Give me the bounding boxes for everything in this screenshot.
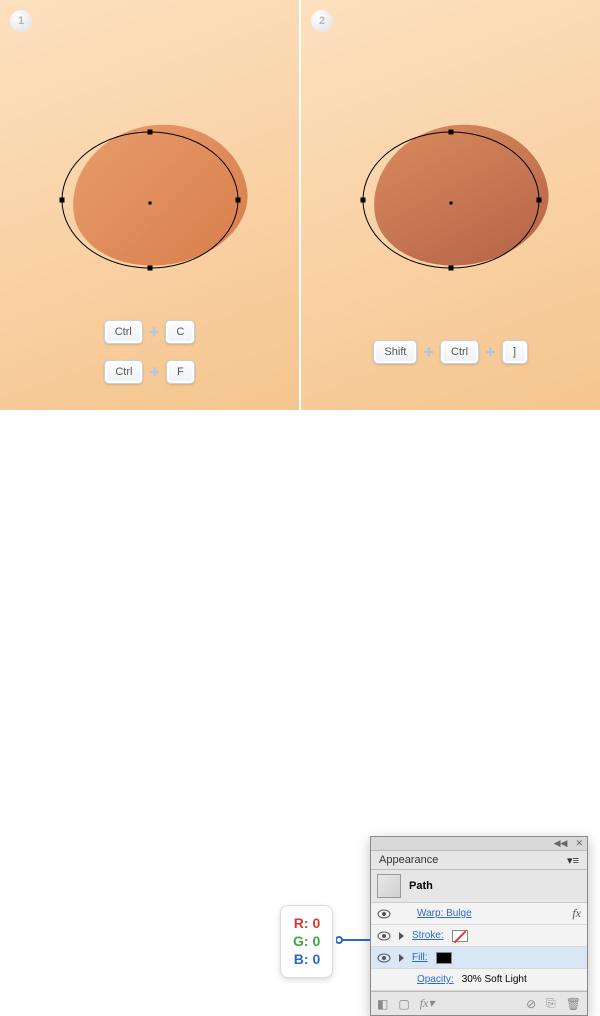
plus-icon: +	[149, 322, 160, 343]
anchor-left[interactable]	[59, 198, 64, 203]
g-value: 0	[312, 933, 320, 949]
new-fill-icon[interactable]: ◧	[377, 997, 388, 1011]
key-c: C	[165, 320, 195, 344]
key-f: F	[166, 360, 195, 384]
center-point	[148, 201, 151, 204]
step-1-pane: 1 Ctrl + C Ctrl + F	[0, 0, 299, 410]
appearance-panel: ◀◀ ✕ Appearance ▾≡ Path Warp: Bulge fx S…	[370, 836, 588, 1016]
g-label: G:	[293, 933, 309, 949]
duplicate-icon[interactable]: ⎘	[546, 996, 556, 1011]
shortcut-row: Ctrl + F	[0, 360, 299, 384]
object-thumb	[377, 874, 401, 898]
artboard	[301, 130, 600, 275]
key-ctrl: Ctrl	[104, 360, 143, 384]
shortcut-row: Shift + Ctrl + ]	[301, 340, 600, 364]
panel-footer: ◧ ▢ fx▾ ⊘ ⎘ 🗑	[371, 991, 587, 1015]
anchor-left[interactable]	[360, 198, 365, 203]
key-ctrl: Ctrl	[440, 340, 479, 364]
anchor-bottom[interactable]	[448, 266, 453, 271]
opacity-value: 30% Soft Light	[462, 974, 527, 985]
shape-group	[361, 130, 541, 275]
opacity-row[interactable]: Opacity: 30% Soft Light	[371, 969, 587, 991]
anchor-top[interactable]	[147, 130, 152, 135]
fill-label: Fill:	[412, 952, 428, 963]
object-header: Path	[371, 870, 587, 903]
warp-label: Warp: Bulge	[417, 908, 472, 919]
plus-icon: +	[485, 342, 496, 363]
effect-row-warp[interactable]: Warp: Bulge fx	[371, 903, 587, 925]
anchor-right[interactable]	[235, 198, 240, 203]
ellipse-selection	[361, 130, 541, 270]
r-label: R:	[294, 915, 309, 931]
shape-group	[60, 130, 240, 275]
new-stroke-icon[interactable]: ▢	[398, 997, 409, 1011]
add-effect-icon[interactable]: fx▾	[420, 996, 435, 1011]
step-badge: 2	[311, 10, 333, 32]
key-ctrl: Ctrl	[104, 320, 143, 344]
center-point	[449, 201, 452, 204]
b-value: 0	[312, 951, 320, 967]
close-icon[interactable]: ✕	[575, 838, 583, 849]
panel-title-text: Appearance	[379, 854, 438, 866]
step-badge: 1	[10, 10, 32, 32]
stroke-swatch-none[interactable]	[452, 930, 468, 942]
shortcut-row: Ctrl + C	[0, 320, 299, 344]
disclosure-icon[interactable]	[399, 932, 404, 940]
plus-icon: +	[149, 362, 160, 383]
stroke-label: Stroke:	[412, 930, 444, 941]
clear-icon[interactable]: ⊘	[526, 997, 536, 1011]
collapse-icon[interactable]: ◀◀	[554, 838, 568, 849]
visibility-icon[interactable]	[377, 907, 391, 921]
fx-icon[interactable]: fx	[572, 906, 581, 921]
panel-tabbar: ◀◀ ✕	[371, 837, 587, 851]
panel-title-tab[interactable]: Appearance ▾≡	[371, 851, 587, 870]
fill-row[interactable]: Fill:	[371, 947, 587, 969]
disclosure-icon[interactable]	[399, 954, 404, 962]
opacity-label: Opacity:	[417, 974, 454, 985]
b-label: B:	[294, 951, 309, 967]
artboard	[0, 130, 299, 275]
ellipse-selection	[60, 130, 240, 270]
fill-swatch[interactable]	[436, 952, 452, 964]
bottom-area: R: 0 G: 0 B: 0 ◀◀ ✕ Appearance ▾≡ Path W…	[0, 410, 600, 605]
key-bracket: ]	[502, 340, 528, 364]
anchor-right[interactable]	[536, 198, 541, 203]
object-name: Path	[409, 880, 433, 892]
anchor-top[interactable]	[448, 130, 453, 135]
visibility-icon[interactable]	[377, 951, 391, 965]
key-shift: Shift	[373, 340, 417, 364]
trash-icon[interactable]: 🗑	[566, 997, 581, 1011]
step-2-pane: 2 Shift + Ctrl + ]	[301, 0, 600, 410]
stroke-row[interactable]: Stroke:	[371, 925, 587, 947]
anchor-bottom[interactable]	[147, 266, 152, 271]
r-value: 0	[312, 915, 320, 931]
visibility-icon[interactable]	[377, 929, 391, 943]
rgb-callout: R: 0 G: 0 B: 0	[280, 905, 333, 978]
panel-menu-icon[interactable]: ▾≡	[567, 854, 579, 867]
plus-icon: +	[423, 342, 434, 363]
